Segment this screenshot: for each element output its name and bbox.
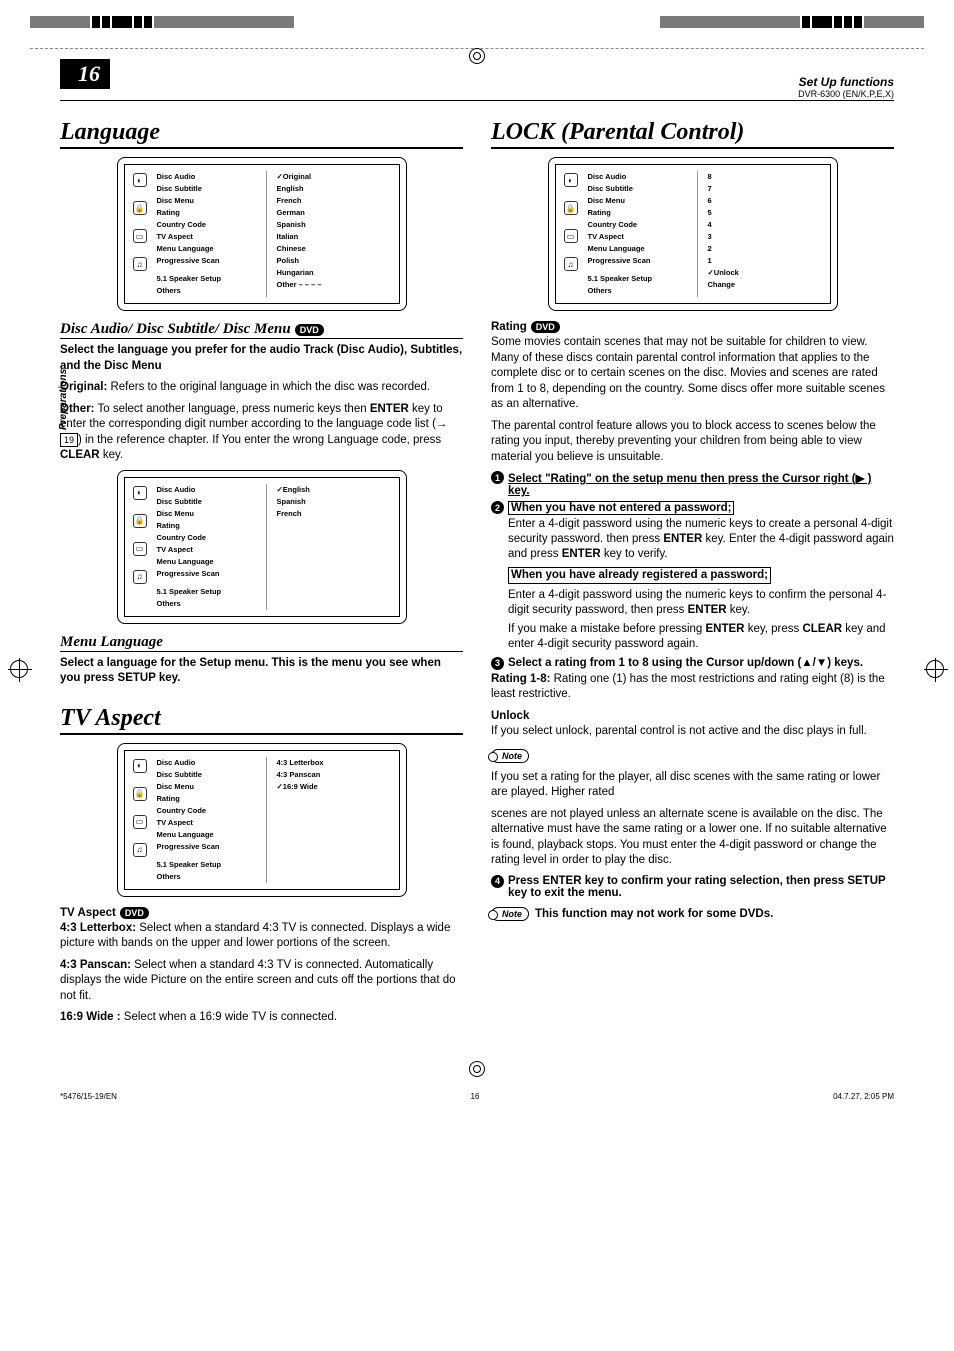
tv-icon: ▭ xyxy=(133,815,147,829)
lock-icon: 🔒 xyxy=(133,201,147,215)
heading-lock: LOCK (Parental Control) xyxy=(491,119,894,149)
section-header: Set Up functions xyxy=(799,75,894,89)
step-2-box-b: When you have already registered a passw… xyxy=(508,567,894,584)
footer-left: *5476/15-19/EN xyxy=(60,1092,117,1101)
unlock-label: Unlock xyxy=(491,709,894,725)
unlock-text: If you select unlock, parental control i… xyxy=(491,724,894,740)
note-icon: Note xyxy=(491,749,529,763)
step-1: 1 Select "Rating" on the setup menu then… xyxy=(491,471,894,497)
side-tab: Preparations xyxy=(58,369,69,430)
note-text-1b: scenes are not played unless an alternat… xyxy=(491,807,894,869)
step-2: 2 When you have not entered a password; xyxy=(491,501,894,515)
rating-p1: Some movies contain scenes that may not … xyxy=(491,335,894,413)
menu-language-text: Select a language for the Setup menu. Th… xyxy=(60,656,463,687)
dvd-badge: DVD xyxy=(295,324,324,336)
step-4: 4 Press ENTER key to confirm your rating… xyxy=(491,875,894,899)
model-id: DVR-6300 (EN/K,P,E,X) xyxy=(798,89,894,99)
dvd-badge: DVD xyxy=(531,321,560,333)
speaker-icon: ♫ xyxy=(133,843,147,857)
tv-icon: ▭ xyxy=(133,229,147,243)
globe-icon: ◐ xyxy=(564,173,578,187)
lock-icon: 🔒 xyxy=(564,201,578,215)
globe-icon: ◐ xyxy=(133,759,147,773)
registration-mark-top xyxy=(469,48,485,64)
other-desc: Other: To select another language, press… xyxy=(60,402,463,464)
dvd-badge: DVD xyxy=(120,907,149,919)
globe-icon: ◐ xyxy=(133,173,147,187)
osd-panel-language-selected: ◐ 🔒 ▭ ♫ Disc Audio Disc Subtitle Disc Me… xyxy=(117,470,407,624)
panscan-desc: 4:3 Panscan: Select when a standard 4:3 … xyxy=(60,958,463,1005)
heading-menu-language: Menu Language xyxy=(60,634,463,652)
tv-icon: ▭ xyxy=(564,229,578,243)
letterbox-desc: 4:3 Letterbox: Select when a standard 4:… xyxy=(60,921,463,952)
step-2-desc-a: Enter a 4-digit password using the numer… xyxy=(508,517,894,563)
lock-icon: 🔒 xyxy=(133,514,147,528)
heading-tv-aspect: TV Aspect xyxy=(60,705,463,735)
heading-disc-audio: Disc Audio/ Disc Subtitle/ Disc Menu DVD xyxy=(60,321,463,339)
globe-icon: ◐ xyxy=(133,486,147,500)
note-text-2: This function may not work for some DVDs… xyxy=(535,908,773,920)
step-2-desc-b: Enter a 4-digit password using the numer… xyxy=(508,588,894,618)
speaker-icon: ♫ xyxy=(133,570,147,584)
step-3: 3 Select a rating from 1 to 8 using the … xyxy=(491,657,894,670)
disc-instruction: Select the language you prefer for the a… xyxy=(60,343,463,374)
page-number: 16 xyxy=(60,59,110,89)
step-2-desc-c: If you make a mistake before pressing EN… xyxy=(508,622,894,652)
heading-language: Language xyxy=(60,119,463,149)
osd-panel-language: ◐ 🔒 ▭ ♫ Disc Audio Disc Subtitle Disc Me… xyxy=(117,157,407,311)
rating-1-8: Rating 1-8: Rating one (1) has the most … xyxy=(491,672,894,703)
note-text-1: If you set a rating for the player, all … xyxy=(491,770,894,801)
speaker-icon: ♫ xyxy=(133,257,147,271)
footer: *5476/15-19/EN 16 04.7.27, 2:05 PM xyxy=(0,1092,954,1101)
crosshair-right xyxy=(926,660,944,678)
crop-marks-top xyxy=(0,0,954,30)
lock-icon: 🔒 xyxy=(133,787,147,801)
wide-desc: 16:9 Wide : Select when a 16:9 wide TV i… xyxy=(60,1010,463,1026)
osd-panel-tvaspect: ◐ 🔒 ▭ ♫ Disc Audio Disc Subtitle Disc Me… xyxy=(117,743,407,897)
rating-p2: The parental control feature allows you … xyxy=(491,419,894,466)
osd-panel-rating: ◐ 🔒 ▭ ♫ Disc Audio Disc Subtitle Disc Me… xyxy=(548,157,838,311)
footer-center: 16 xyxy=(471,1092,480,1101)
speaker-icon: ♫ xyxy=(564,257,578,271)
note-icon: Note xyxy=(491,907,529,921)
heading-rating: Rating DVD xyxy=(491,321,894,333)
original-desc: Original: Refers to the original languag… xyxy=(60,380,463,396)
crosshair-left xyxy=(10,660,28,678)
tv-icon: ▭ xyxy=(133,542,147,556)
registration-mark-bottom xyxy=(469,1061,485,1077)
heading-tv-aspect-sub: TV Aspect DVD xyxy=(60,907,463,919)
footer-right: 04.7.27, 2:05 PM xyxy=(833,1092,894,1101)
